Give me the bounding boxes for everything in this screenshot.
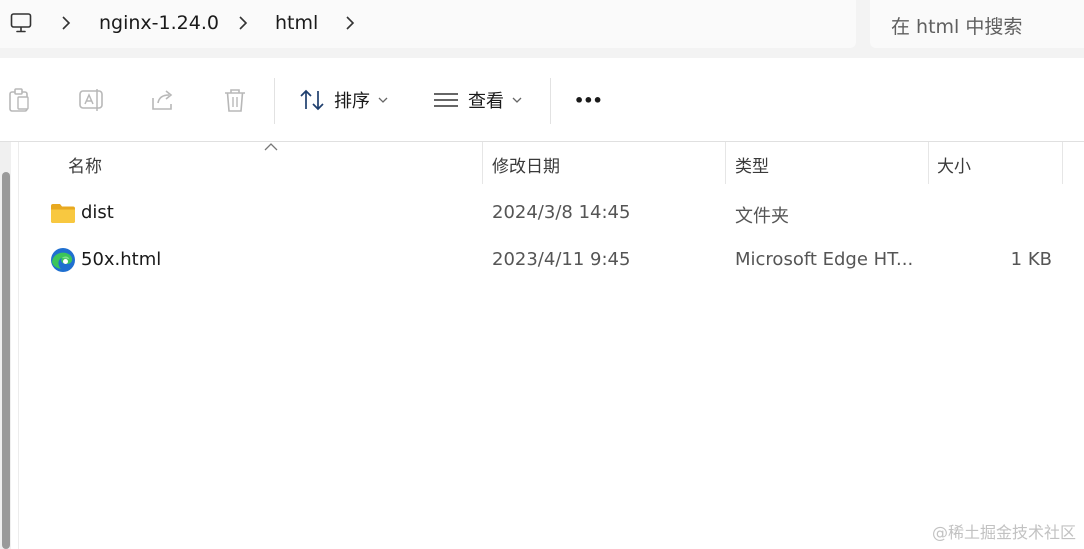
paste-icon[interactable] (6, 86, 34, 114)
column-resize-handle[interactable] (928, 142, 929, 184)
column-resize-handle[interactable] (725, 142, 726, 184)
chevron-right-icon[interactable] (61, 16, 71, 30)
search-placeholder[interactable]: 在 html 中搜索 (891, 12, 1022, 39)
view-list-icon (434, 93, 458, 107)
sort-label: 排序 (334, 91, 370, 112)
breadcrumb-item-html[interactable]: html (275, 12, 318, 34)
edge-icon (51, 248, 75, 272)
column-header-type[interactable]: 类型 (735, 152, 769, 177)
navigation-pane-scrollbar[interactable] (0, 142, 11, 549)
file-modified: 2023/4/11 9:45 (492, 249, 631, 270)
rename-icon[interactable] (77, 86, 105, 114)
sort-icon (300, 89, 324, 111)
search-box[interactable]: 在 html 中搜索 (870, 0, 1084, 48)
sort-ascending-icon (264, 143, 278, 151)
file-modified: 2024/3/8 14:45 (492, 202, 631, 223)
file-name[interactable]: 50x.html (81, 249, 161, 270)
toolbar-separator (550, 78, 551, 124)
chevron-down-icon (512, 97, 522, 103)
column-headers: 名称 修改日期 类型 大小 (20, 142, 1084, 184)
file-row[interactable]: 50x.html 2023/4/11 9:45 Microsoft Edge H… (20, 237, 1060, 283)
column-header-size[interactable]: 大小 (937, 152, 971, 177)
more-icon: ••• (574, 90, 603, 110)
column-resize-handle[interactable] (1062, 142, 1063, 184)
column-header-name[interactable]: 名称 (68, 152, 102, 177)
breadcrumb-item-nginx[interactable]: nginx-1.24.0 (99, 12, 219, 34)
sort-button[interactable]: 排序 (298, 84, 388, 116)
pane-divider[interactable] (18, 142, 19, 549)
delete-icon[interactable] (221, 86, 249, 114)
file-name[interactable]: dist (81, 202, 114, 223)
toolbar-separator (274, 78, 275, 124)
this-pc-icon[interactable] (10, 12, 32, 34)
share-icon[interactable] (149, 86, 177, 114)
view-label: 查看 (468, 91, 504, 112)
column-header-modified[interactable]: 修改日期 (492, 152, 560, 177)
scrollbar-thumb[interactable] (2, 172, 10, 549)
file-type: Microsoft Edge HT... (735, 249, 914, 270)
watermark: @稀土掘金技术社区 (931, 523, 1076, 542)
file-row[interactable]: dist 2024/3/8 14:45 文件夹 (20, 190, 1060, 236)
file-size: 1 KB (1010, 249, 1052, 270)
folder-icon (51, 204, 75, 223)
chevron-right-icon[interactable] (345, 16, 355, 30)
more-options-button[interactable]: ••• (574, 84, 603, 116)
file-type: 文件夹 (735, 206, 789, 227)
chevron-down-icon (378, 97, 388, 103)
command-bar: 排序 查看 ••• (0, 58, 1084, 142)
chevron-right-icon[interactable] (238, 16, 248, 30)
column-resize-handle[interactable] (482, 142, 483, 184)
address-bar-area: nginx-1.24.0 html 在 html 中搜索 (0, 0, 1084, 58)
view-button[interactable]: 查看 (432, 84, 522, 116)
breadcrumb[interactable]: nginx-1.24.0 html (0, 0, 856, 48)
